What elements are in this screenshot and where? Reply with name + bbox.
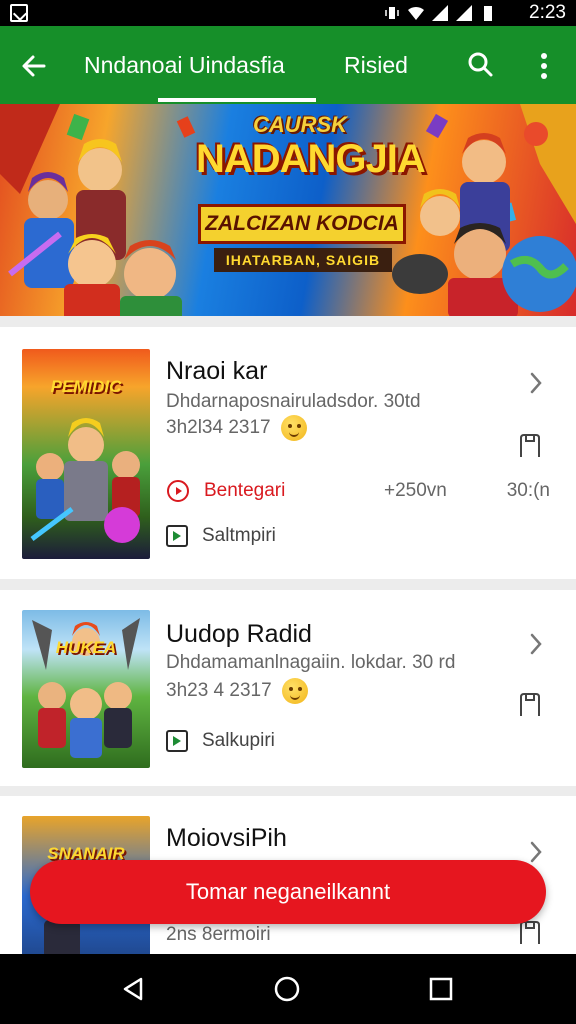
play-store-icon (166, 730, 188, 752)
bookmark-icon[interactable] (518, 433, 542, 459)
thumbnail-label: PEMIDIC (50, 377, 122, 396)
status-time: 2:23 (529, 2, 566, 23)
item-meta: 3h2l34 2317 (166, 415, 307, 441)
item-meta-text: 3h23 4 2317 (166, 680, 272, 701)
primary-action-button[interactable]: Tomar neganeilkannt (30, 860, 546, 924)
clock-icon (167, 480, 189, 502)
item-title: Nraoi kar (166, 357, 268, 385)
item-title: Uudop Radid (166, 620, 312, 648)
download-status: Bentegari (204, 480, 286, 501)
thumbnail-art (32, 618, 140, 758)
nav-back-button[interactable] (118, 974, 148, 1004)
item-description: Dhdamamanlnagaiin. lokdar. 30 rd (166, 652, 456, 673)
chevron-right-icon (530, 633, 542, 655)
bookmark-icon[interactable] (518, 692, 542, 718)
notification-icon (10, 4, 28, 22)
more-vert-icon (541, 53, 547, 79)
banner-title: NADANGJIA (196, 137, 426, 181)
smiley-icon (280, 415, 307, 441)
promo-banner[interactable]: CAURSK NADANGJIA ZALCIZAN KODCIA IHATARB… (0, 104, 576, 316)
nav-home-icon (274, 976, 300, 1002)
nav-home-button[interactable] (272, 974, 302, 1004)
tab-indicator (158, 98, 316, 102)
game-thumbnail: PEMIDIC (22, 349, 150, 559)
arrow-back-icon (22, 55, 46, 77)
status-icons (384, 4, 496, 22)
search-icon (468, 52, 493, 77)
banner-plate: ZALCIZAN KODCIA (198, 204, 406, 244)
nav-back-icon (123, 977, 143, 1001)
banner-subtitle: CAURSK (252, 112, 348, 137)
chevron-right-icon (530, 841, 542, 863)
list-item[interactable]: HUKEA Uudop Radid Dhdamamanlnagaiin. lok… (0, 590, 576, 786)
vibrate-icon (385, 7, 399, 19)
thumbnail-label: HUKEA (55, 638, 117, 657)
item-meta: 2ns 8ermoiri (166, 924, 271, 946)
chevron-right-button[interactable] (526, 630, 546, 658)
chevron-right-icon (530, 372, 542, 394)
item-description: Dhdarnaposnairuladsdor. 30td (166, 391, 421, 412)
item-action-label: Salkupiri (202, 730, 275, 751)
status-bar: 2:23 (0, 0, 576, 26)
battery-icon (484, 6, 492, 21)
item-meta: 3h23 4 2317 (166, 678, 308, 704)
download-size: +250vn (384, 480, 447, 501)
item-meta-text: 2ns 8ermoiri (166, 924, 271, 945)
chevron-right-button[interactable] (526, 838, 546, 866)
play-store-icon (166, 525, 188, 547)
tab-primary-label: Nndanoai Uindasfia (84, 51, 285, 78)
banner-strap: IHATARBAN, SAIGIB (214, 248, 392, 272)
search-button[interactable] (462, 46, 498, 82)
download-progress-row: Bentegari +250vn 30:(n (166, 477, 550, 505)
download-percent: 30:(n (506, 480, 550, 501)
item-action[interactable]: Saltmpiri (166, 525, 276, 547)
game-thumbnail: HUKEA (22, 610, 150, 768)
item-title: MoiovsiPih (166, 824, 287, 852)
wifi-icon (408, 6, 424, 20)
primary-action-label: Tomar neganeilkannt (185, 879, 391, 904)
list-item[interactable]: PEMIDIC Nraoi kar Dhdarnaposnairuladsdor… (0, 327, 576, 579)
tab-primary[interactable]: Nndanoai Uindasfia (84, 26, 306, 104)
tab-secondary-label: Risied (344, 51, 408, 78)
signal-icon-2 (456, 5, 472, 21)
bookmark-icon[interactable] (518, 920, 542, 946)
system-nav-bar (0, 954, 576, 1024)
tab-secondary[interactable]: Risied (344, 26, 424, 104)
nav-recents-icon (429, 977, 453, 1001)
chevron-right-button[interactable] (526, 369, 546, 397)
signal-icon (432, 5, 448, 21)
banner-logo: CAURSK NADANGJIA (196, 112, 426, 181)
more-options-button[interactable] (528, 46, 560, 86)
item-meta-text: 3h2l34 2317 (166, 417, 271, 438)
item-action[interactable]: Salkupiri (166, 730, 275, 752)
item-action-label: Saltmpiri (202, 525, 276, 546)
nav-recents-button[interactable] (426, 974, 456, 1004)
app-bar: Nndanoai Uindasfia Risied (0, 26, 576, 104)
smiley-icon (281, 678, 308, 704)
back-button[interactable] (14, 46, 54, 86)
